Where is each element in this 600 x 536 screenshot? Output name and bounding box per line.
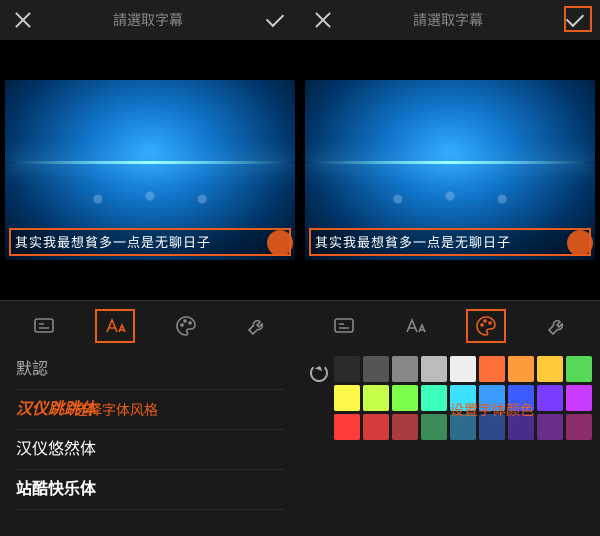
tab-settings[interactable]: [237, 309, 277, 343]
annotation-font-style: 选择字体风格: [74, 400, 158, 420]
video-preview: 其实我最想貧多一点是无聊日子: [300, 40, 600, 300]
annotation-font-color: 设置字体颜色: [450, 400, 534, 420]
video-frame: 其实我最想貧多一点是无聊日子: [305, 80, 595, 260]
tab-font[interactable]: [95, 309, 135, 343]
font-list: 默認 汉仪跳跳体 汉仪悠然体 站酷快乐体: [0, 350, 300, 510]
color-swatch[interactable]: [450, 356, 476, 382]
color-swatch[interactable]: [421, 385, 447, 411]
color-swatch[interactable]: [566, 385, 592, 411]
caption-text: 其实我最想貧多一点是无聊日子: [315, 235, 511, 250]
color-swatch[interactable]: [363, 385, 389, 411]
font-option[interactable]: 汉仪悠然体: [16, 430, 284, 470]
caption-box[interactable]: 其实我最想貧多一点是无聊日子: [309, 228, 591, 256]
tab-bar: [0, 300, 300, 350]
video-preview: 其实我最想貧多一点是无聊日子: [0, 40, 300, 300]
color-swatch[interactable]: [421, 356, 447, 382]
close-icon[interactable]: [314, 11, 332, 29]
refresh-icon[interactable]: [310, 364, 328, 382]
color-swatch[interactable]: [363, 356, 389, 382]
tab-color[interactable]: [166, 309, 206, 343]
record-indicator: [267, 230, 293, 256]
tab-subtitle[interactable]: [24, 309, 64, 343]
color-swatch[interactable]: [479, 356, 505, 382]
color-swatch[interactable]: [421, 414, 447, 440]
record-indicator: [567, 230, 593, 256]
color-swatch[interactable]: [566, 414, 592, 440]
palette-icon: [174, 314, 198, 338]
tab-color[interactable]: [466, 309, 506, 343]
color-swatch[interactable]: [392, 385, 418, 411]
color-swatch[interactable]: [566, 356, 592, 382]
close-icon[interactable]: [14, 11, 32, 29]
color-swatch[interactable]: [508, 356, 534, 382]
confirm-icon[interactable]: [264, 11, 286, 29]
video-frame: 其实我最想貧多一点是无聊日子: [5, 80, 295, 260]
font-option[interactable]: 站酷快乐体: [16, 470, 284, 510]
color-swatch[interactable]: [537, 414, 563, 440]
tab-settings[interactable]: [537, 309, 577, 343]
font-icon: [103, 314, 127, 338]
annotation-confirm-box: [564, 6, 592, 32]
header-title: 請選取字幕: [332, 10, 564, 30]
wrench-icon: [545, 314, 569, 338]
caption-box[interactable]: 其实我最想貧多一点是无聊日子: [9, 228, 291, 256]
tab-bar: [300, 300, 600, 350]
color-panel: [300, 350, 600, 446]
topbar: 請選取字幕: [300, 0, 600, 40]
color-swatch[interactable]: [363, 414, 389, 440]
palette-icon: [474, 314, 498, 338]
color-swatch[interactable]: [537, 385, 563, 411]
header-title: 請選取字幕: [32, 10, 264, 30]
color-swatch[interactable]: [334, 414, 360, 440]
pane-right: 請選取字幕 点击确定 其实我最想貧多一点是无聊日子: [300, 0, 600, 536]
color-swatch[interactable]: [537, 356, 563, 382]
color-swatch[interactable]: [392, 414, 418, 440]
tab-subtitle[interactable]: [324, 309, 364, 343]
color-grid: [334, 356, 592, 440]
font-icon: [403, 314, 427, 338]
color-swatch[interactable]: [334, 385, 360, 411]
caption-text: 其实我最想貧多一点是无聊日子: [15, 235, 211, 250]
topbar: 請選取字幕: [0, 0, 300, 40]
wrench-icon: [245, 314, 269, 338]
tab-font[interactable]: [395, 309, 435, 343]
color-swatch[interactable]: [392, 356, 418, 382]
subtitle-icon: [332, 314, 356, 338]
font-option-default[interactable]: 默認: [16, 350, 284, 390]
color-swatch[interactable]: [334, 356, 360, 382]
pane-left: 請選取字幕 其实我最想貧多一点是无聊日子: [0, 0, 300, 536]
subtitle-icon: [32, 314, 56, 338]
